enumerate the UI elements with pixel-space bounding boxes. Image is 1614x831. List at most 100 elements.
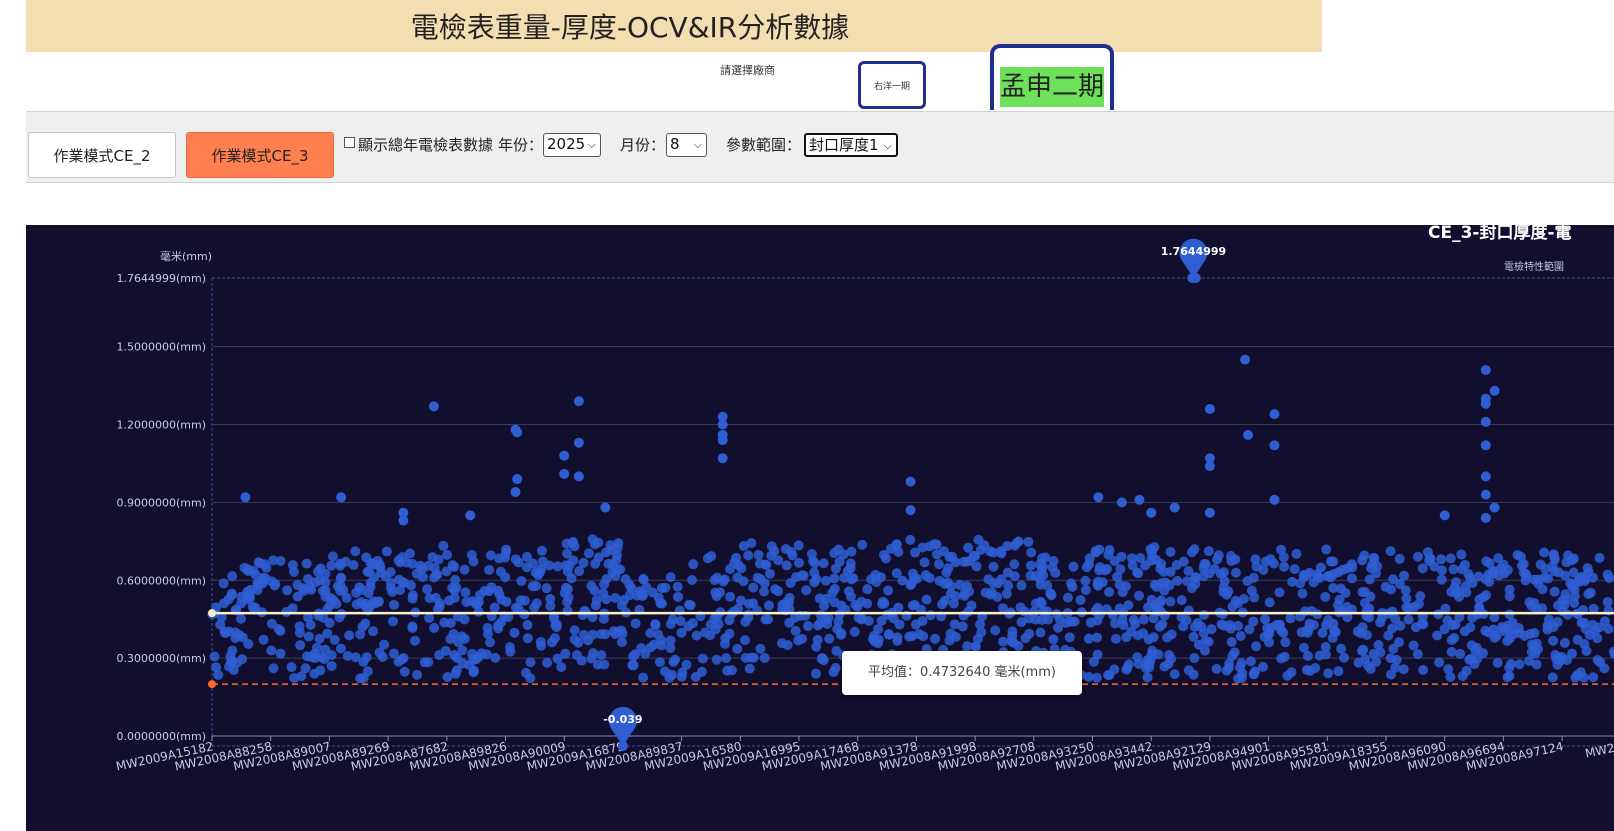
- month-select[interactable]: 8 ⌵: [666, 133, 707, 157]
- data-point: [326, 660, 337, 671]
- outlier-point: [717, 419, 728, 430]
- data-point: [445, 633, 456, 644]
- data-point: [574, 566, 585, 577]
- data-point: [576, 655, 587, 666]
- data-point: [211, 662, 222, 673]
- vendor-button-1[interactable]: 右洋一期: [858, 61, 926, 109]
- outlier-point: [336, 492, 347, 503]
- show-all-checkbox[interactable]: [344, 137, 355, 148]
- data-point: [891, 540, 902, 551]
- data-point: [1271, 619, 1282, 630]
- data-point: [1209, 564, 1220, 575]
- data-point: [754, 558, 765, 569]
- data-point: [356, 597, 367, 608]
- data-point: [1298, 572, 1309, 583]
- data-point: [236, 613, 247, 624]
- data-point: [801, 585, 812, 596]
- data-point: [237, 632, 248, 643]
- data-point: [1132, 567, 1143, 578]
- data-point: [562, 605, 573, 616]
- data-point: [941, 567, 952, 578]
- data-point: [824, 633, 835, 644]
- data-point: [419, 657, 430, 668]
- data-point: [209, 651, 220, 662]
- data-point: [335, 580, 346, 591]
- data-point: [552, 653, 563, 664]
- vendor-button-2-label: 孟申二期: [1000, 67, 1104, 107]
- data-point: [1212, 554, 1223, 565]
- data-point: [1588, 672, 1599, 683]
- vendor-button-2[interactable]: 孟申二期: [990, 44, 1114, 110]
- data-point: [806, 548, 817, 559]
- x-tick-label: MW20: [1584, 739, 1614, 760]
- outlier-point: [1439, 510, 1450, 521]
- chevron-down-icon: ⌵: [883, 139, 892, 152]
- data-point: [1413, 598, 1424, 609]
- outlier-point: [1480, 512, 1491, 523]
- data-point: [998, 636, 1009, 647]
- mode-ce3-button[interactable]: 作業模式CE_3: [186, 132, 334, 178]
- data-point: [827, 587, 838, 598]
- data-point: [1505, 659, 1516, 670]
- range-select[interactable]: 封口厚度1 ⌵: [804, 133, 898, 157]
- data-point: [1459, 626, 1470, 637]
- data-point: [722, 665, 733, 676]
- data-point: [320, 585, 331, 596]
- outlier-point: [512, 427, 523, 438]
- data-point: [412, 669, 423, 680]
- data-point: [1013, 536, 1024, 547]
- data-point: [1549, 550, 1560, 561]
- data-point: [1542, 624, 1553, 635]
- scatter-chart[interactable]: 0.0000000(mm) 0.3000000(mm) 0.6000000(mm) 0…: [26, 225, 1614, 831]
- data-point: [411, 568, 422, 579]
- data-point: [335, 643, 346, 654]
- data-point: [784, 617, 795, 628]
- data-point: [1410, 622, 1421, 633]
- data-point: [1412, 649, 1423, 660]
- data-point: [1115, 564, 1126, 575]
- data-point: [1279, 561, 1290, 572]
- data-point: [357, 621, 368, 632]
- data-point: [309, 668, 320, 679]
- data-point: [1317, 627, 1328, 638]
- data-point: [1285, 613, 1296, 624]
- data-point: [725, 591, 736, 602]
- data-point: [630, 618, 641, 629]
- data-point: [322, 628, 333, 639]
- data-point: [1026, 547, 1037, 558]
- data-point: [1171, 560, 1182, 571]
- data-point: [1333, 600, 1344, 611]
- range-value: 封口厚度1: [809, 136, 879, 154]
- data-point: [748, 582, 759, 593]
- data-point: [950, 557, 961, 568]
- data-point: [1230, 595, 1241, 606]
- data-point: [1580, 623, 1591, 634]
- data-point: [817, 652, 828, 663]
- data-point: [1138, 614, 1149, 625]
- data-point: [1394, 553, 1405, 564]
- data-point: [562, 548, 573, 559]
- data-point: [711, 654, 722, 665]
- data-point: [1572, 634, 1583, 645]
- outlier-point: [1480, 416, 1491, 427]
- data-point: [933, 559, 944, 570]
- data-point: [493, 620, 504, 631]
- data-point: [1445, 553, 1456, 564]
- mean-tooltip: 平均值：0.4732640 毫米(mm): [842, 651, 1082, 695]
- data-point: [992, 592, 1003, 603]
- year-select[interactable]: 2025 ⌵: [543, 133, 601, 157]
- data-point: [685, 600, 696, 611]
- data-point: [790, 625, 801, 636]
- data-point: [746, 538, 757, 549]
- data-point: [1602, 569, 1613, 580]
- data-point: [250, 569, 261, 580]
- data-point: [1373, 640, 1384, 651]
- data-point: [326, 650, 337, 661]
- mode-ce2-button[interactable]: 作業模式CE_2: [28, 132, 176, 178]
- data-point: [431, 569, 442, 580]
- data-point: [630, 649, 641, 660]
- data-point: [1047, 562, 1058, 573]
- data-point: [1520, 568, 1531, 579]
- data-point: [1122, 662, 1133, 673]
- data-point: [450, 668, 461, 679]
